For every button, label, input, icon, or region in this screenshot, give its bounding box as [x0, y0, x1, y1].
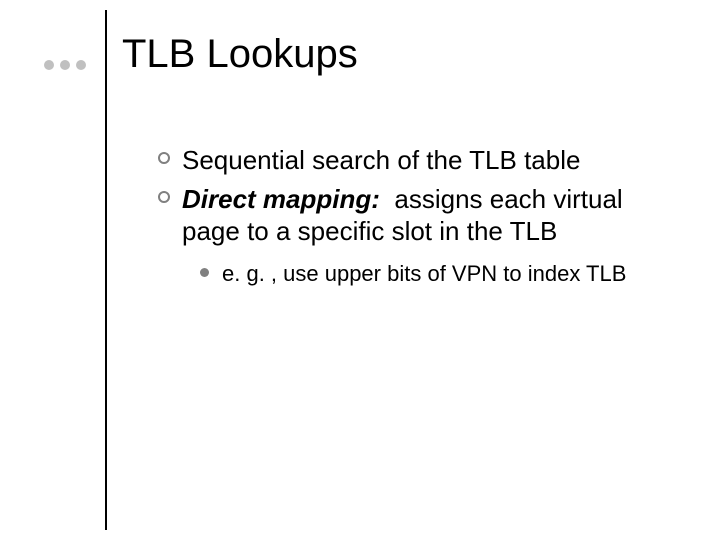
- bullet-text: e. g. , use upper bits of VPN to index T…: [222, 261, 626, 286]
- ring-bullet-icon: [158, 191, 170, 203]
- bullet-spacer: [380, 184, 394, 214]
- slide-body: Sequential search of the TLB table Direc…: [158, 144, 678, 287]
- accent-dots: [44, 60, 86, 70]
- slide-title: TLB Lookups: [122, 32, 358, 77]
- bullet-level1: Sequential search of the TLB table: [158, 144, 678, 177]
- bullet-text: Sequential search of the TLB table: [182, 145, 580, 175]
- accent-dot-icon: [76, 60, 86, 70]
- accent-dot-icon: [44, 60, 54, 70]
- vertical-divider: [105, 10, 107, 530]
- accent-dot-icon: [60, 60, 70, 70]
- ring-bullet-icon: [158, 152, 170, 164]
- slide: TLB Lookups Sequential search of the TLB…: [0, 0, 720, 540]
- bullet-strong-text: Direct mapping:: [182, 184, 380, 214]
- bullet-level2: e. g. , use upper bits of VPN to index T…: [200, 260, 672, 288]
- disc-bullet-icon: [200, 268, 209, 277]
- bullet-level1: Direct mapping: assigns each virtual pag…: [158, 183, 678, 248]
